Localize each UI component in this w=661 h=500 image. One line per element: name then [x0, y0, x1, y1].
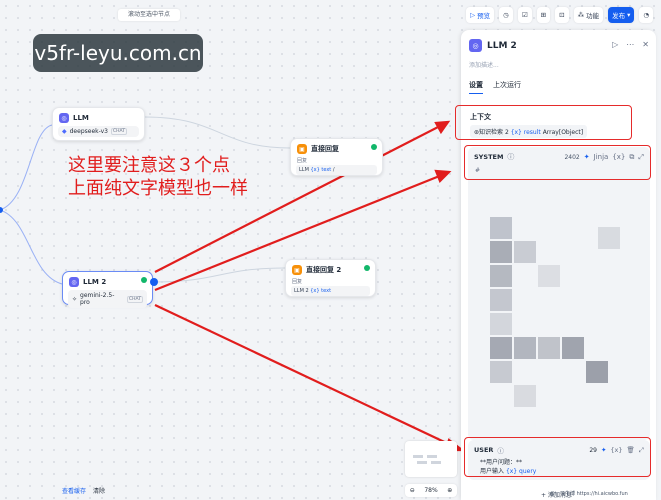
llm-icon: ◎ [69, 277, 79, 287]
arrowhead-system [434, 169, 452, 183]
env-icon[interactable]: ⊞ [536, 7, 551, 23]
start-handle[interactable] [0, 207, 3, 213]
llm-icon: ◎ [59, 113, 69, 123]
watermark: v5fr-leyu.com.cn [33, 34, 203, 72]
close-icon[interactable]: ✕ [642, 40, 649, 49]
answer-label: 回复 [292, 279, 303, 285]
success-check-icon [371, 144, 377, 150]
zoom-control[interactable]: ⊖ 78% ⊕ [405, 484, 457, 497]
node-answer[interactable]: ▣ 直接回复 回复 LLM {x} text / [290, 138, 383, 176]
clear-button[interactable]: 清除 [93, 486, 105, 495]
annotation-text: 这里要注意这３个点 上面纯文字模型也一样 [68, 155, 248, 199]
description-input[interactable]: 添加描述... [469, 60, 499, 69]
answer-icon: ▣ [297, 144, 307, 154]
node-title: LLM 2 [83, 278, 107, 286]
zoom-level[interactable]: 78% [424, 487, 437, 494]
cache-controls: 查看缓存 清除 [62, 486, 105, 495]
panel-title: LLM 2 [487, 40, 517, 51]
publish-button[interactable]: 发布 ▾ [608, 7, 635, 23]
edge-start-llm2 [0, 209, 63, 285]
variables-icon[interactable]: ⊡ [555, 7, 569, 23]
features-icon: ⁂ [577, 11, 585, 19]
highlight-context [455, 105, 632, 140]
mosaic-block [490, 217, 512, 239]
arrow-to-user [154, 304, 456, 448]
credit-text: @一只牛博 https://hi.aicwbo.fun [550, 491, 628, 497]
preview-button[interactable]: ▷ 预览 [466, 7, 495, 23]
node-answer2[interactable]: ▣ 直接回复 2 回复 LLM 2 {x} text [285, 259, 376, 297]
zoom-out-icon[interactable]: ⊖ [410, 487, 415, 494]
highlight-user [464, 437, 651, 477]
run-icon[interactable]: ▷ [612, 40, 618, 49]
view-cache-button[interactable]: 查看缓存 [62, 486, 86, 495]
top-toolbar: ▷ 预览 ◷ ☑ ⊞ ⊡ ⁂ 功能 发布 ▾ ◔ [466, 6, 661, 24]
history-icon[interactable]: ◷ [499, 7, 513, 23]
node-llm2[interactable]: ◎ LLM 2 ✧ gemini-2.5-pro CHAT [62, 271, 153, 308]
answer-var: LLM {x} text / [296, 165, 377, 175]
node-title: 直接回复 2 [306, 266, 342, 274]
edge-llm-answer [144, 116, 291, 149]
deepseek-icon: ◆ [62, 128, 67, 135]
zoom-in-icon[interactable]: ⊕ [447, 487, 452, 494]
answer-icon: ▣ [292, 265, 302, 275]
highlight-system [464, 145, 651, 180]
scroll-to-node-button[interactable]: 滚动至选中节点 [118, 9, 180, 21]
node-title: LLM [73, 114, 89, 122]
more-icon[interactable]: ⋯ [626, 40, 634, 49]
model-chip: CHAT [126, 295, 143, 303]
edge-start-llm [0, 124, 53, 211]
chevron-down-icon: ▾ [627, 11, 631, 19]
node-settings-panel: ◎ LLM 2 ▷ ⋯ ✕ 添加描述... 设置 上次运行 上下文 ⊛知识检索 2… [461, 30, 656, 500]
system-prompt-editor[interactable]: SYSTEM ⓘ 2402 ✦ Jinja {x} ⧉ ⤢ # [468, 147, 650, 440]
tab-settings[interactable]: 设置 [469, 80, 483, 94]
model-name: gemini-2.5-pro [80, 292, 115, 306]
minimap-preview [413, 455, 441, 464]
node-llm[interactable]: ◎ LLM ◆ deepseek-v3 CHAT [52, 107, 145, 141]
model-chip: CHAT [110, 128, 127, 135]
play-icon: ▷ [470, 11, 476, 19]
add-node-handle[interactable] [150, 278, 158, 286]
arrowhead-context [434, 120, 451, 135]
success-check-icon [364, 265, 370, 271]
answer-label: 回复 [297, 158, 308, 164]
clock-icon[interactable]: ◔ [639, 7, 653, 23]
gemini-icon: ✧ [72, 295, 78, 303]
model-name: deepseek-v3 [69, 128, 108, 135]
features-button[interactable]: ⁂ 功能 [573, 7, 604, 23]
checklist-icon[interactable]: ☑ [517, 7, 532, 23]
minimap[interactable] [405, 441, 457, 477]
edge-llm2-answer2 [152, 267, 286, 283]
success-check-icon [141, 277, 147, 283]
llm-icon: ◎ [469, 39, 482, 52]
answer-var: LLM 2 {x} text [291, 286, 370, 296]
tab-last-run[interactable]: 上次运行 [493, 80, 521, 94]
node-title: 直接回复 [311, 145, 339, 153]
